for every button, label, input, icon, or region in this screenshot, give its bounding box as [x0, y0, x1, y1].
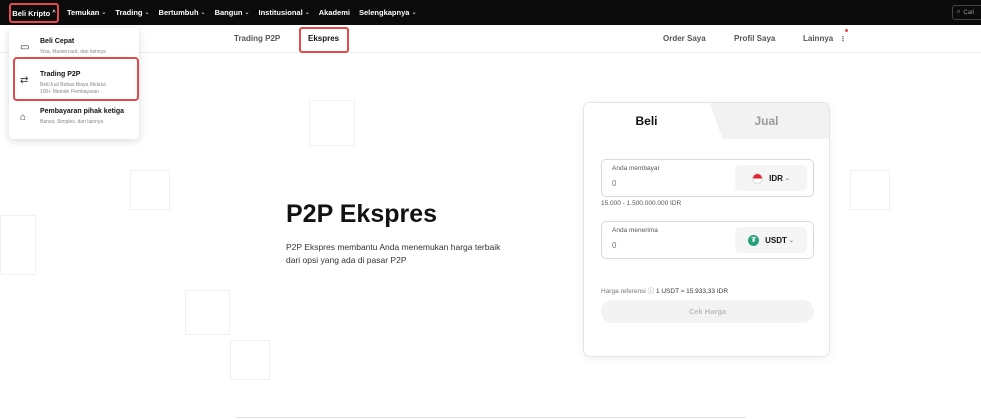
- dropdown-item-title: Pembayaran pihak ketiga: [40, 108, 125, 115]
- notification-dot: [845, 29, 848, 32]
- dropdown-item-title: Beli Cepat: [40, 38, 75, 45]
- nav-item-label: Institusional: [258, 8, 303, 17]
- dropdown-item-third-party[interactable]: ⌂ Pembayaran pihak ketiga Banxa, Simplex…: [9, 101, 139, 137]
- nav-selengkapnya[interactable]: Selengkapnya ⌄: [359, 8, 416, 17]
- search-placeholder: Cari: [963, 9, 975, 16]
- ekspres-highlight: [299, 27, 349, 53]
- reference-value: 1 USDT ≈ 15.933,33 IDR: [655, 288, 729, 295]
- pay-label: Anda membayar: [612, 165, 660, 172]
- nav-institusional[interactable]: Institusional ⌄: [259, 8, 310, 17]
- dropdown-item-subtitle: Banxa, Simplex, dan lainnya: [40, 119, 104, 125]
- tab-trading-p2p[interactable]: Trading P2P: [234, 34, 280, 43]
- nav-list: Temukan ⌄ Trading ⌄ Bertumbuh ⌄ Bangun ⌄ Ins…: [67, 0, 425, 25]
- receive-currency-label: USDT: [765, 235, 787, 245]
- usdt-icon: ₮: [748, 234, 760, 246]
- bg-square: [850, 170, 890, 210]
- nav-item-label: Akademi: [318, 8, 350, 17]
- nav-trading[interactable]: Trading ⌄: [115, 8, 149, 17]
- nav-bertumbuh[interactable]: Bertumbuh ⌄: [159, 8, 206, 17]
- search-input[interactable]: ⌕ Cari: [952, 5, 981, 20]
- link-order-saya[interactable]: Order Saya: [663, 34, 706, 43]
- nav-bangun[interactable]: Bangun ⌄: [215, 8, 250, 17]
- receive-amount-input[interactable]: [612, 241, 712, 250]
- chevron-down-icon: ⌄: [101, 10, 107, 16]
- card-icon: ▭: [20, 42, 30, 53]
- top-navbar: Beli Kripto ^ Temukan ⌄ Trading ⌄ Bertumbu…: [0, 0, 981, 25]
- bg-square: [185, 290, 230, 335]
- chevron-down-icon: ⌄: [304, 10, 310, 16]
- bg-square: [230, 340, 270, 380]
- chevron-down-icon: ⌄: [784, 175, 790, 182]
- nav-item-label: Trading: [115, 8, 143, 17]
- pay-currency-select[interactable]: IDR ⌄: [735, 165, 807, 191]
- description-line: dari opsi yang ada di pasar P2P: [286, 255, 407, 265]
- sub-navbar: Trading P2P Ekspres Order Saya Profil Sa…: [0, 25, 981, 53]
- nav-akademi[interactable]: Akademi: [319, 8, 350, 17]
- nav-beli-kripto-label: Beli Kripto: [12, 8, 51, 18]
- chevron-down-icon: ⌄: [411, 10, 417, 16]
- pay-range: 15.000 - 1.500.000.000 IDR: [601, 200, 682, 207]
- chevron-down-icon: ⌄: [200, 10, 206, 16]
- pay-currency-label: IDR: [769, 173, 783, 183]
- page-description: P2P Ekspres membantu Anda menemukan harg…: [286, 241, 556, 267]
- chevron-down-icon: ⌄: [144, 10, 150, 16]
- section-divider: [236, 417, 746, 418]
- trading-p2p-highlight: [13, 57, 139, 101]
- more-vertical-icon: ⋮: [839, 36, 847, 43]
- lainnya-label: Lainnya: [803, 34, 834, 43]
- chevron-down-icon: ⌄: [788, 237, 794, 244]
- tab-sell[interactable]: Jual: [709, 103, 829, 139]
- dropdown-item-subtitle: Visa, Mastercard, dan lainnya: [40, 49, 106, 55]
- receive-currency-select[interactable]: ₮ USDT ⌄: [735, 227, 807, 253]
- nav-item-label: Temukan: [67, 8, 100, 17]
- idr-flag-icon: [752, 172, 764, 184]
- search-icon: ⌕: [957, 9, 961, 15]
- reference-price: Harga referensi ⓘ 1 USDT ≈ 15.933,33 IDR: [601, 285, 728, 295]
- bg-square: [0, 215, 36, 275]
- nav-item-label: Bertumbuh: [158, 8, 199, 17]
- nav-item-label: Bangun: [214, 8, 243, 17]
- nav-beli-kripto[interactable]: Beli Kripto ^: [9, 3, 59, 23]
- pay-field: Anda membayar IDR ⌄: [601, 159, 814, 197]
- receive-label: Anda menerima: [612, 227, 658, 234]
- check-price-button[interactable]: Cek Harga: [601, 300, 814, 323]
- bg-square: [130, 170, 170, 210]
- pay-amount-input[interactable]: [612, 179, 712, 188]
- chevron-up-icon: ^: [52, 10, 56, 16]
- bg-square: [309, 100, 355, 146]
- chevron-down-icon: ⌄: [244, 10, 250, 16]
- express-trade-card: Jual Beli Anda membayar IDR ⌄ 15.000 - 1…: [583, 102, 830, 357]
- reference-label: Harga referensi: [601, 288, 646, 295]
- page-title: P2P Ekspres: [286, 200, 438, 228]
- link-profil-saya[interactable]: Profil Saya: [734, 34, 775, 43]
- nav-item-label: Selengkapnya: [358, 8, 410, 17]
- receive-field: Anda menerima ₮ USDT ⌄: [601, 221, 814, 259]
- nav-temukan[interactable]: Temukan ⌄: [67, 8, 106, 17]
- description-line: P2P Ekspres membantu Anda menemukan harg…: [286, 242, 501, 252]
- tab-buy[interactable]: Beli: [584, 103, 709, 139]
- info-icon[interactable]: ⓘ: [648, 288, 655, 295]
- bank-icon: ⌂: [20, 112, 27, 123]
- link-lainnya[interactable]: Lainnya ⋮: [803, 34, 846, 43]
